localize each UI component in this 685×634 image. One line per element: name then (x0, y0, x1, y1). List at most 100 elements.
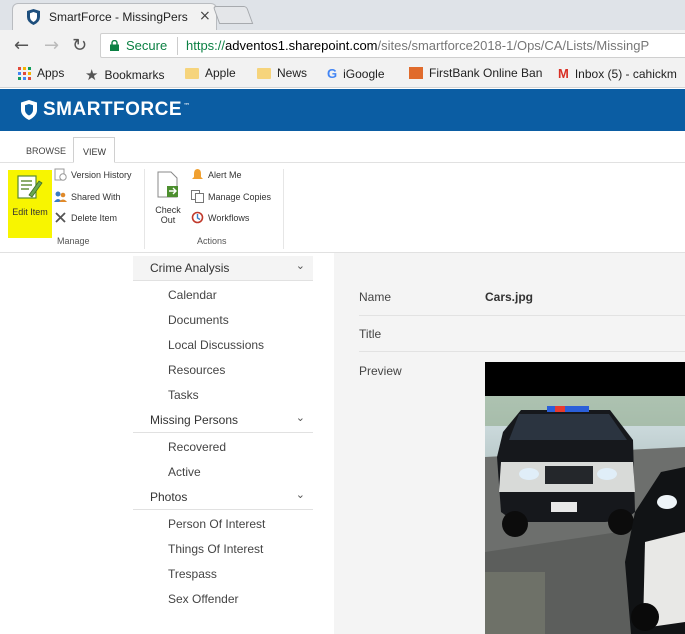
actions-group-label: Actions (197, 236, 227, 246)
version-history-button[interactable]: Version History (54, 168, 132, 181)
item-display-form: Name Cars.jpg Title Preview (334, 253, 685, 634)
manage-copies-button[interactable]: Manage Copies (191, 190, 271, 203)
row-divider (359, 351, 685, 352)
quick-launch: Crime Analysis ⌄ Calendar Documents Loca… (133, 256, 313, 612)
nav-section-crime-analysis[interactable]: Crime Analysis ⌄ (133, 256, 313, 281)
workflows-label: Workflows (208, 212, 250, 223)
star-icon: ★ (85, 67, 99, 84)
bookmark-label: iGoogle (343, 66, 385, 81)
omnibox-divider (177, 37, 178, 55)
shared-with-label: Shared With (71, 191, 121, 202)
workflows-button[interactable]: Workflows (191, 211, 249, 224)
url-scheme: https:// (186, 38, 226, 53)
trademark: ™ (183, 102, 191, 110)
apps-grid-icon (18, 66, 31, 80)
browser-tab-strip: SmartForce - MissingPers × (0, 0, 685, 30)
bookmark-apple[interactable]: Apple (185, 66, 236, 80)
nav-item-trespass[interactable]: Trespass (133, 562, 313, 587)
nav-item-recovered[interactable]: Recovered (133, 435, 313, 460)
nav-item-active[interactable]: Active (133, 460, 313, 485)
folder-icon (185, 67, 199, 79)
nav-item-calendar[interactable]: Calendar (133, 283, 313, 308)
bookmark-label: Apple (205, 66, 236, 80)
tab-view-label: VIEW (83, 147, 107, 157)
check-out-button[interactable]: Check Out (152, 171, 184, 225)
edit-item-button[interactable]: Edit Item (8, 170, 52, 238)
edit-item-label: Edit Item (12, 207, 48, 217)
bookmark-label: Bookmarks (104, 68, 165, 82)
preview-field-label: Preview (359, 364, 402, 378)
site-logo[interactable]: SMARTFORCE ™ (21, 99, 190, 121)
ribbon-divider (144, 169, 145, 249)
tab-view[interactable]: VIEW (73, 137, 115, 163)
address-bar[interactable]: Secure https://adventos1.sharepoint.com/… (100, 33, 685, 58)
name-field-label: Name (359, 290, 392, 304)
firstbank-icon (409, 67, 423, 79)
bookmarks-bar: Apps ★ Bookmarks Apple News G iGoogle Fi… (0, 62, 685, 88)
shared-with-button[interactable]: Shared With (54, 190, 121, 203)
bookmark-bookmarks[interactable]: ★ Bookmarks (85, 66, 164, 84)
nav-item-resources[interactable]: Resources (133, 358, 313, 383)
alert-me-label: Alert Me (208, 169, 242, 180)
chevron-down-icon[interactable]: ⌄ (296, 488, 305, 501)
google-icon: G (327, 66, 338, 81)
check-out-label: Check Out (155, 205, 181, 225)
brand-name: SMARTFORCE (43, 99, 183, 120)
title-field-label: Title (359, 327, 382, 341)
bookmark-apps[interactable]: Apps (18, 66, 64, 80)
forward-arrow-icon[interactable]: → (44, 35, 59, 56)
chevron-down-icon[interactable]: ⌄ (296, 259, 305, 272)
name-field-value: Cars.jpg (485, 290, 534, 304)
bookmark-label: Inbox (5) - cahickm (574, 66, 677, 81)
back-arrow-icon[interactable]: ← (14, 35, 29, 56)
nav-item-sex-offender[interactable]: Sex Offender (133, 587, 313, 612)
tab-title: SmartForce - MissingPers (49, 10, 188, 24)
nav-item-local-discussions[interactable]: Local Discussions (133, 333, 313, 358)
workflows-icon (191, 211, 204, 224)
police-cars-photo (485, 362, 685, 634)
delete-item-button[interactable]: Delete Item (54, 211, 117, 224)
version-history-icon (54, 168, 67, 181)
bell-icon (192, 169, 203, 179)
bookmark-label: FirstBank Online Ban (429, 66, 543, 80)
delete-x-icon (55, 212, 66, 223)
people-icon (54, 191, 67, 202)
bookmark-news[interactable]: News (257, 66, 307, 80)
row-divider (359, 315, 685, 316)
image-preview[interactable] (485, 362, 685, 634)
manage-copies-icon (191, 190, 204, 203)
url-text[interactable]: https://adventos1.sharepoint.com/sites/s… (186, 38, 649, 53)
bookmark-igoogle[interactable]: G iGoogle (327, 66, 385, 81)
bookmark-label: Apps (37, 66, 65, 80)
alert-me-button[interactable]: Alert Me (191, 168, 242, 181)
version-history-label: Version History (71, 169, 132, 180)
lock-icon (110, 40, 119, 51)
ribbon-tab-bar: BROWSE VIEW (0, 131, 685, 163)
nav-section-photos[interactable]: Photos ⌄ (133, 485, 313, 510)
nav-item-tasks[interactable]: Tasks (133, 383, 313, 408)
nav-item-person-of-interest[interactable]: Person Of Interest (133, 512, 313, 537)
nav-section-missing-persons[interactable]: Missing Persons ⌄ (133, 408, 313, 433)
browser-tab[interactable]: SmartForce - MissingPers × (12, 3, 217, 30)
new-tab-button[interactable] (212, 6, 254, 24)
close-icon[interactable]: × (199, 8, 211, 24)
manage-group-label: Manage (57, 236, 90, 246)
secure-label: Secure (126, 38, 168, 53)
delete-item-label: Delete Item (71, 212, 118, 223)
shield-logo-icon (21, 100, 37, 120)
shield-icon (27, 9, 40, 25)
url-host: adventos1.sharepoint.com (225, 38, 378, 53)
tab-browse[interactable]: BROWSE (26, 146, 66, 156)
nav-item-things-of-interest[interactable]: Things Of Interest (133, 537, 313, 562)
reload-icon[interactable]: ↻ (72, 35, 87, 56)
bookmark-inbox[interactable]: M Inbox (5) - cahickm (558, 66, 677, 81)
url-path: /sites/smartforce2018-1/Ops/CA/Lists/Mis… (377, 38, 650, 53)
nav-item-documents[interactable]: Documents (133, 308, 313, 333)
site-header: SMARTFORCE ™ (0, 89, 685, 131)
bookmark-firstbank[interactable]: FirstBank Online Ban (409, 66, 542, 80)
chevron-down-icon[interactable]: ⌄ (296, 411, 305, 424)
nav-section-title: Missing Persons (150, 413, 239, 427)
bookmark-label: News (277, 66, 308, 80)
nav-section-title: Crime Analysis (150, 261, 230, 275)
ribbon-divider (283, 169, 284, 249)
